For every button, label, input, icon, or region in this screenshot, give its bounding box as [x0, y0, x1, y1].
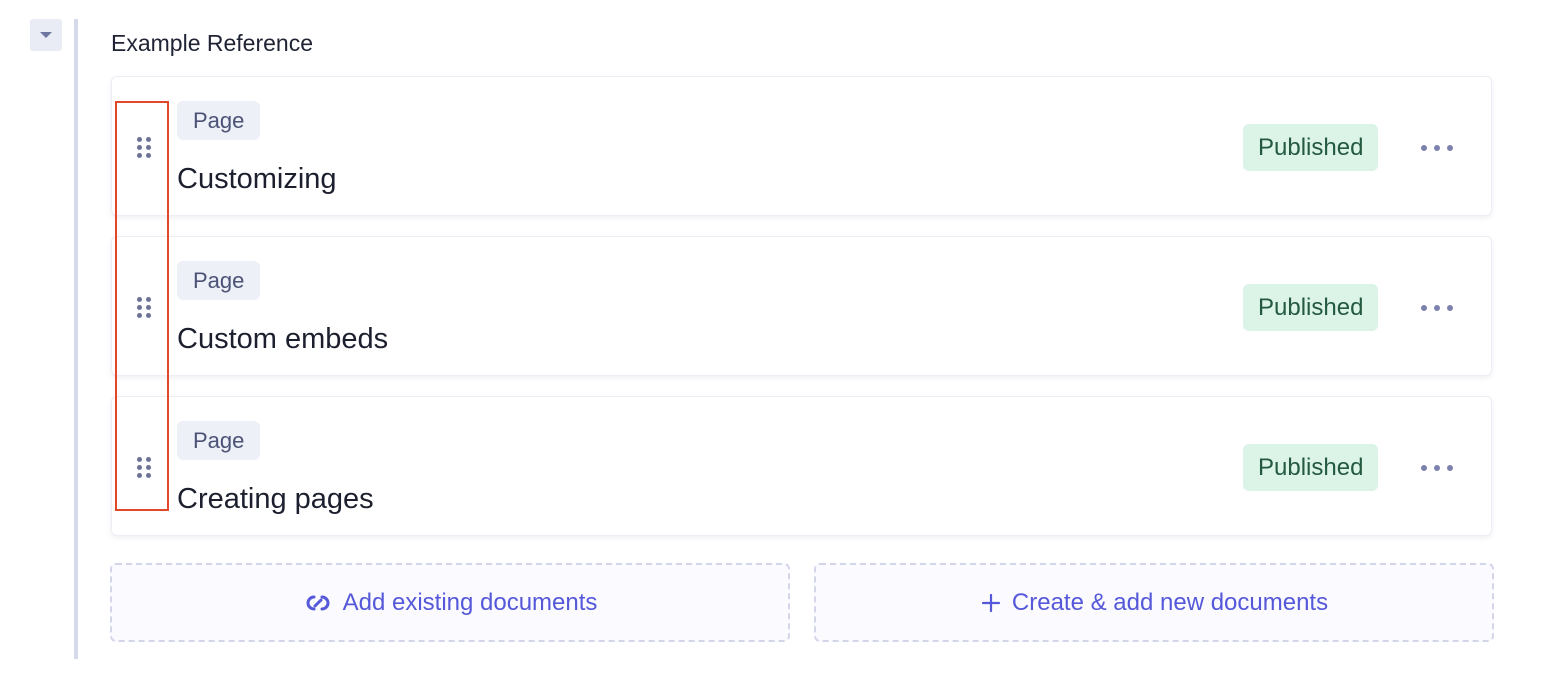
ellipsis-dot: [1447, 145, 1453, 151]
drag-handle-icon[interactable]: [137, 457, 153, 479]
document-type-badge: Page: [177, 421, 261, 460]
more-options-button[interactable]: [1421, 297, 1453, 319]
document-type-badge: Page: [177, 261, 261, 300]
status-badge: Published: [1243, 444, 1379, 491]
drag-handle-icon[interactable]: [137, 297, 153, 319]
ellipsis-dot: [1421, 145, 1427, 151]
section-title: Example Reference: [111, 30, 313, 56]
plus-icon: [981, 593, 1001, 612]
caret-down-icon: [40, 32, 52, 38]
document-title[interactable]: Creating pages: [177, 483, 374, 516]
ellipsis-dot: [1421, 465, 1427, 471]
document-card: Page Customizing Published: [111, 76, 1492, 216]
add-existing-documents-button[interactable]: Add existing documents: [110, 563, 790, 642]
link-icon: [306, 595, 330, 610]
document-type-badge: Page: [177, 101, 261, 140]
ellipsis-dot: [1434, 305, 1440, 311]
ellipsis-dot: [1434, 145, 1440, 151]
create-new-documents-label: Create & add new documents: [1011, 588, 1329, 616]
ellipsis-dot: [1447, 305, 1453, 311]
drag-handle-icon[interactable]: [137, 137, 153, 159]
create-new-documents-button[interactable]: Create & add new documents: [814, 563, 1494, 642]
document-title[interactable]: Customizing: [177, 163, 337, 196]
ellipsis-dot: [1447, 465, 1453, 471]
add-existing-documents-label: Add existing documents: [342, 588, 598, 616]
section-rail: [74, 19, 78, 659]
document-card: Page Creating pages Published: [111, 396, 1492, 536]
document-title[interactable]: Custom embeds: [177, 323, 388, 356]
status-badge: Published: [1243, 124, 1379, 171]
more-options-button[interactable]: [1421, 137, 1453, 159]
status-badge: Published: [1243, 284, 1379, 331]
collapse-section-button[interactable]: [30, 19, 62, 51]
document-card: Page Custom embeds Published: [111, 236, 1492, 376]
ellipsis-dot: [1421, 305, 1427, 311]
more-options-button[interactable]: [1421, 457, 1453, 479]
ellipsis-dot: [1434, 465, 1440, 471]
